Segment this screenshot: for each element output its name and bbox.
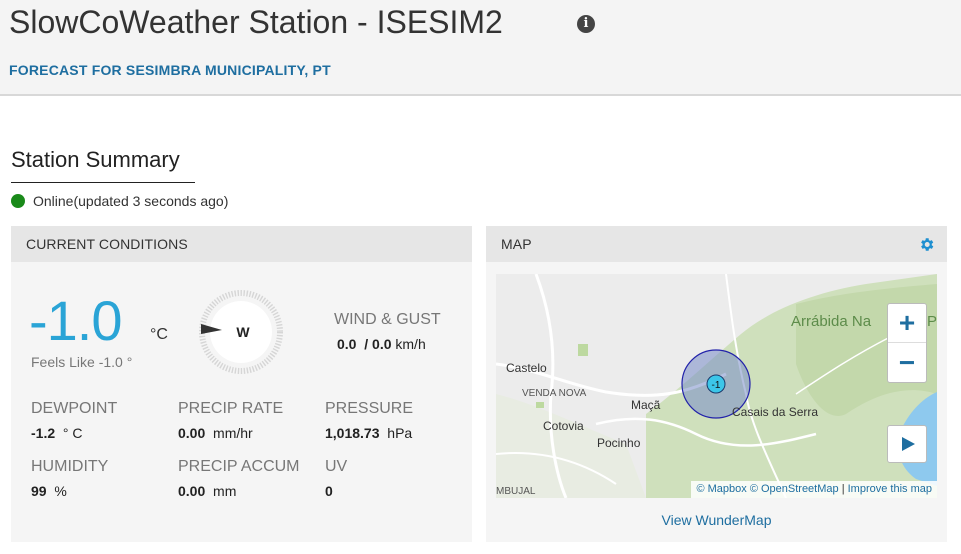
compass-icon: W: [199, 290, 283, 374]
pressure-label: PRESSURE: [325, 400, 414, 417]
current-conditions-panel: CURRENT CONDITIONS -1.0 °C Feels Like -1…: [11, 226, 472, 542]
wind-direction: W: [236, 324, 250, 340]
improve-map-link[interactable]: Improve this map: [848, 483, 932, 495]
precip-rate-row: 0.00 mm/hr: [178, 425, 253, 441]
dewpoint-unit: ° C: [62, 425, 83, 441]
wind-gust-label: WIND & GUST: [334, 311, 441, 328]
place-label-venda-nova: VENDA NOVA: [522, 388, 587, 399]
play-icon: [902, 437, 915, 451]
dewpoint-value: -1.2: [31, 425, 56, 441]
wind-value: 0.0: [337, 336, 357, 352]
marker-label: -1: [712, 380, 721, 391]
zoom-in-icon[interactable]: +: [888, 304, 926, 343]
section-title-underline: [11, 182, 195, 183]
wind-unit: km/h: [395, 336, 426, 352]
place-label-mbujal: MBUJAL: [496, 486, 536, 497]
dewpoint-label: DEWPOINT: [31, 400, 118, 417]
gust-value: / 0.0: [364, 336, 392, 352]
dewpoint-value-row: -1.2 ° C: [31, 425, 83, 441]
forecast-link[interactable]: FORECAST FOR SESIMBRA MUNICIPALITY, PT: [9, 62, 331, 78]
precip-accum-row: 0.00 mm: [178, 483, 236, 499]
place-label-casais: Casais da Serra: [732, 405, 818, 419]
pressure-value: 1,018.73: [325, 425, 380, 441]
map-view[interactable]: -1 Arrábida Na P Castelo VENDA NOVA Maçã…: [496, 274, 937, 498]
place-label-cotovia: Cotovia: [543, 419, 584, 433]
humidity-value: 99: [31, 483, 47, 499]
place-label-arrabida-cut: P: [927, 313, 937, 330]
precip-rate-label: PRECIP RATE: [178, 400, 284, 417]
place-label-pocinho: Pocinho: [597, 436, 641, 450]
status-text: Online(updated 3 seconds ago): [33, 193, 229, 209]
map-panel: MAP -1 Arrábida Na P Castelo VENDA NOVA …: [486, 226, 947, 542]
wind-gust-value: 0.0 / 0.0 km/h: [337, 336, 426, 352]
mapbox-link[interactable]: © Mapbox: [696, 483, 746, 495]
uv-row: 0: [325, 483, 333, 499]
gear-icon[interactable]: [918, 236, 935, 253]
status-dot-icon: [11, 194, 25, 208]
panel-title: MAP: [501, 236, 532, 252]
precip-accum-label: PRECIP ACCUM: [178, 458, 300, 475]
pressure-row: 1,018.73 hPa: [325, 425, 412, 441]
precip-rate-value: 0.00: [178, 425, 206, 441]
precip-rate-unit: mm/hr: [213, 425, 253, 441]
station-header: SlowCoWeather Station - ISESIM2 i FORECA…: [0, 0, 961, 96]
place-label-castelo: Castelo: [506, 361, 547, 375]
play-button[interactable]: [887, 425, 927, 463]
humidity-row: 99 %: [31, 483, 67, 499]
panel-header: CURRENT CONDITIONS: [11, 226, 472, 262]
temperature-unit: °C: [150, 326, 168, 343]
humidity-label: HUMIDITY: [31, 458, 109, 475]
zoom-out-icon[interactable]: −: [888, 344, 926, 383]
place-label-maca: Maçã: [631, 398, 661, 412]
pressure-unit: hPa: [387, 425, 413, 441]
feels-like: Feels Like -1.0 °: [31, 354, 133, 370]
attribution-separator: |: [841, 483, 845, 495]
panel-header: MAP: [486, 226, 947, 262]
panel-title: CURRENT CONDITIONS: [26, 236, 188, 252]
map-tiles: -1 Arrábida Na P Castelo VENDA NOVA Maçã…: [496, 274, 937, 498]
precip-accum-unit: mm: [213, 483, 237, 499]
uv-value: 0: [325, 483, 333, 499]
temperature-value: -1.0: [29, 289, 122, 352]
view-wundermap-link[interactable]: View WunderMap: [486, 512, 947, 528]
section-title: Station Summary: [11, 147, 180, 172]
place-label-arrabida: Arrábida Na: [791, 313, 872, 330]
page-title: SlowCoWeather Station - ISESIM2: [9, 4, 503, 40]
humidity-unit: %: [54, 483, 67, 499]
precip-accum-value: 0.00: [178, 483, 206, 499]
map-attribution: © Mapbox © OpenStreetMap | Improve this …: [691, 481, 937, 498]
info-icon[interactable]: i: [577, 15, 595, 33]
uv-label: UV: [325, 458, 348, 475]
zoom-control: + −: [887, 303, 927, 383]
osm-link[interactable]: © OpenStreetMap: [750, 483, 839, 495]
